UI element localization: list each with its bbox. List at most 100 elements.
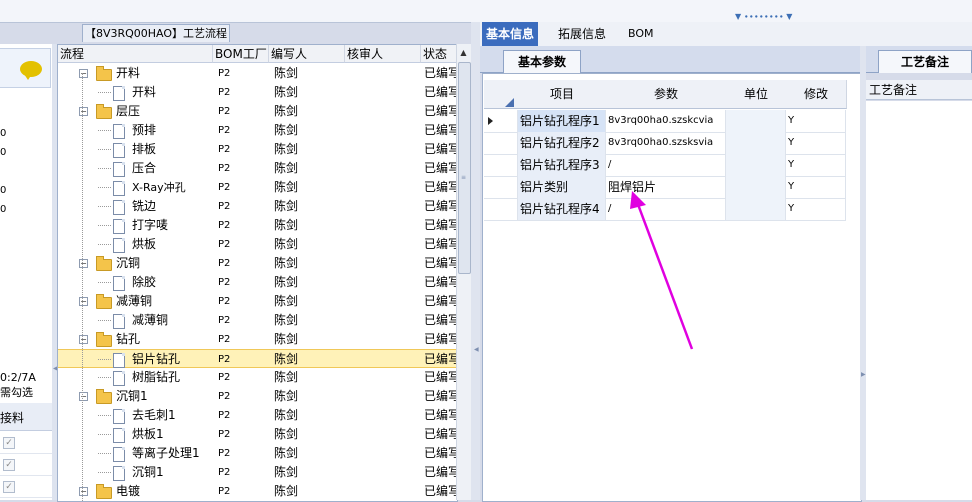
- process-writer: 陈剑: [274, 142, 299, 156]
- table-row[interactable]: 烘板 P2 陈剑 已编写: [58, 235, 457, 254]
- param-value[interactable]: /: [606, 154, 726, 176]
- table-row[interactable]: 沉铜1 P2 陈剑 已编写: [58, 463, 457, 482]
- table-row[interactable]: − 电镀 P2 陈剑 已编写: [58, 482, 457, 501]
- table-row[interactable]: 树脂钻孔 P2 陈剑 已编写: [58, 368, 457, 387]
- table-row[interactable]: 等离子处理1 P2 陈剑 已编写: [58, 444, 457, 463]
- column-header-param[interactable]: 参数: [606, 80, 727, 109]
- column-header-item[interactable]: 项目: [518, 80, 607, 109]
- tab-process-notes[interactable]: 工艺备注: [878, 50, 972, 73]
- tab-basic-params[interactable]: 基本参数: [503, 50, 581, 73]
- table-row[interactable]: − 减薄铜 P2 陈剑 已编写: [58, 292, 457, 311]
- splitter-arrow-icon[interactable]: ▶: [861, 372, 866, 378]
- table-row[interactable]: 铝片钻孔程序1 8v3rq00ha0.szskcvia Y: [484, 110, 846, 133]
- column-header-writer[interactable]: 编写人: [269, 45, 345, 63]
- collapse-toggle-icon[interactable]: −: [79, 392, 88, 401]
- column-header-modify[interactable]: 修改: [786, 80, 847, 109]
- splitter-grip-icon[interactable]: ▼ ∙∙∙∙∙∙∙∙ ▼: [735, 13, 795, 21]
- table-row[interactable]: 预排 P2 陈剑 已编写: [58, 121, 457, 140]
- table-row[interactable]: − 钻孔 P2 陈剑 已编写: [58, 330, 457, 349]
- process-writer: 陈剑: [274, 408, 299, 422]
- scrollbar-thumb[interactable]: [458, 62, 471, 274]
- process-reviewer: [350, 140, 420, 159]
- param-unit[interactable]: [726, 110, 786, 132]
- param-item[interactable]: 铝片钻孔程序1: [518, 110, 606, 132]
- scroll-up-arrow-icon[interactable]: ▲: [458, 47, 469, 58]
- collapse-toggle-icon[interactable]: −: [79, 69, 88, 78]
- column-header-reviewer[interactable]: 核审人: [345, 45, 421, 63]
- param-modify[interactable]: Y: [786, 176, 846, 198]
- table-row[interactable]: 铝片钻孔 P2 陈剑 已编写: [58, 349, 457, 368]
- param-unit[interactable]: [726, 198, 786, 220]
- param-item[interactable]: 铝片类别: [518, 176, 606, 198]
- table-row[interactable]: 减薄铜 P2 陈剑 已编写: [58, 311, 457, 330]
- param-unit[interactable]: [726, 154, 786, 176]
- param-modify[interactable]: Y: [786, 110, 846, 132]
- vertical-splitter[interactable]: [471, 22, 480, 500]
- param-modify[interactable]: Y: [786, 132, 846, 154]
- left-value: 0: [0, 128, 7, 139]
- tab-basic-info[interactable]: 基本信息: [482, 22, 539, 46]
- row-header-cell[interactable]: [484, 198, 518, 220]
- column-header-factory[interactable]: BOM工厂: [213, 45, 269, 63]
- checkbox[interactable]: ✓: [3, 437, 15, 449]
- param-item[interactable]: 铝片钻孔程序2: [518, 132, 606, 154]
- param-value[interactable]: 8v3rq00ha0.szsksvia: [606, 132, 726, 154]
- param-item[interactable]: 铝片钻孔程序4: [518, 198, 606, 220]
- param-unit[interactable]: [726, 132, 786, 154]
- tab-bom[interactable]: BOM: [624, 22, 658, 46]
- process-writer: 陈剑: [274, 427, 299, 441]
- notes-body[interactable]: [866, 101, 972, 500]
- collapse-toggle-icon[interactable]: −: [79, 487, 88, 496]
- tree-connector: [98, 244, 111, 245]
- table-row[interactable]: 烘板1 P2 陈剑 已编写: [58, 425, 457, 444]
- collapse-toggle-icon[interactable]: −: [79, 297, 88, 306]
- checkbox[interactable]: ✓: [3, 481, 15, 493]
- column-header-status[interactable]: 状态: [421, 45, 457, 63]
- process-status: 已编写: [424, 237, 457, 251]
- table-row[interactable]: − 沉铜1 P2 陈剑 已编写: [58, 387, 457, 406]
- row-header-cell[interactable]: [484, 176, 518, 198]
- process-status: 已编写: [424, 313, 457, 327]
- table-row[interactable]: 去毛刺1 P2 陈剑 已编写: [58, 406, 457, 425]
- row-header-cell[interactable]: [484, 154, 518, 176]
- table-row[interactable]: 排板 P2 陈剑 已编写: [58, 140, 457, 159]
- collapse-toggle-icon[interactable]: −: [79, 107, 88, 116]
- process-status: 已编写: [424, 142, 457, 156]
- left-value: 0: [0, 185, 7, 196]
- splitter-arrow-icon[interactable]: ◀: [474, 347, 479, 353]
- process-writer: 陈剑: [274, 294, 299, 308]
- collapse-toggle-icon[interactable]: −: [79, 335, 88, 344]
- table-row[interactable]: − 沉铜 P2 陈剑 已编写: [58, 254, 457, 273]
- document-icon: [113, 219, 125, 234]
- param-modify[interactable]: Y: [786, 198, 846, 220]
- process-name: 去毛刺1: [132, 408, 176, 422]
- process-reviewer: [350, 254, 420, 273]
- table-row[interactable]: 打字唛 P2 陈剑 已编写: [58, 216, 457, 235]
- table-row[interactable]: 压合 P2 陈剑 已编写: [58, 159, 457, 178]
- row-header-cell[interactable]: [484, 132, 518, 154]
- splitter-arrow-icon[interactable]: ◀: [53, 366, 58, 372]
- table-row[interactable]: − 开料 P2 陈剑 已编写: [58, 64, 457, 83]
- table-row[interactable]: 铝片钻孔程序2 8v3rq00ha0.szsksvia Y: [484, 132, 846, 155]
- param-value[interactable]: 8v3rq00ha0.szskcvia: [606, 110, 726, 132]
- checkbox[interactable]: ✓: [3, 459, 15, 471]
- process-status: 已编写: [424, 180, 457, 194]
- table-row[interactable]: 除胶 P2 陈剑 已编写: [58, 273, 457, 292]
- chat-bubble-tail: [24, 74, 32, 80]
- table-row[interactable]: 铣边 P2 陈剑 已编写: [58, 197, 457, 216]
- column-header-process[interactable]: 流程: [58, 45, 213, 63]
- table-row[interactable]: X-Ray冲孔 P2 陈剑 已编写: [58, 178, 457, 197]
- table-row[interactable]: − 层压 P2 陈剑 已编写: [58, 102, 457, 121]
- column-header-unit[interactable]: 单位: [726, 80, 787, 109]
- process-factory: P2: [218, 334, 231, 345]
- document-icon: [113, 162, 125, 177]
- table-row[interactable]: 开料 P2 陈剑 已编写: [58, 83, 457, 102]
- process-status: 已编写: [424, 199, 457, 213]
- process-status: 已编写: [424, 465, 457, 479]
- param-item[interactable]: 铝片钻孔程序3: [518, 154, 606, 176]
- collapse-toggle-icon[interactable]: −: [79, 259, 88, 268]
- table-row[interactable]: 铝片钻孔程序3/ Y: [484, 154, 846, 177]
- param-modify[interactable]: Y: [786, 154, 846, 176]
- tab-extended-info[interactable]: 拓展信息: [554, 22, 610, 46]
- param-unit[interactable]: [726, 176, 786, 198]
